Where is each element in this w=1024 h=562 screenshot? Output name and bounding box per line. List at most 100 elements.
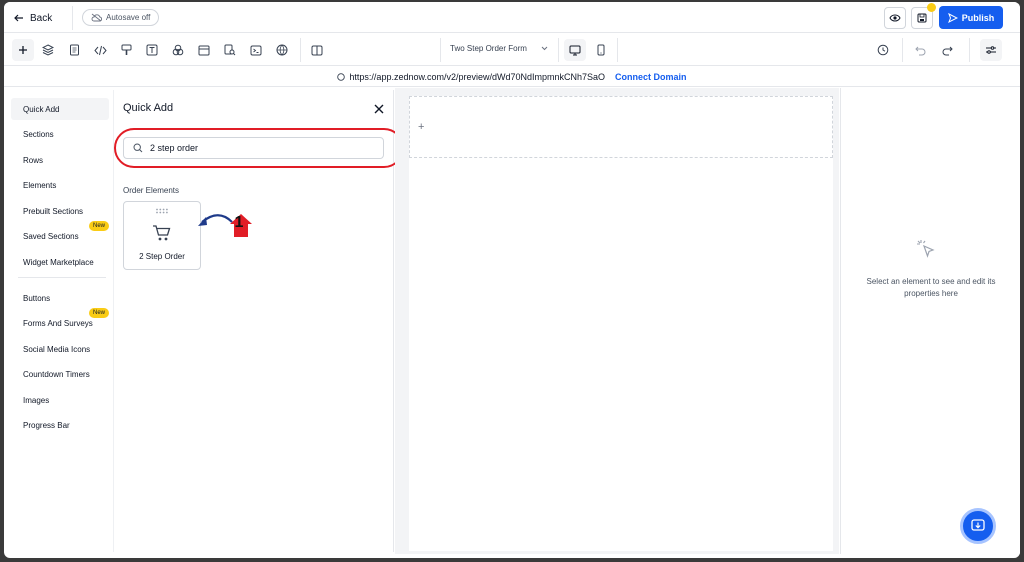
sidebar-item-saved-sections[interactable]: Saved Sections New <box>11 221 109 247</box>
divider <box>617 38 618 62</box>
back-button[interactable]: Back <box>14 9 52 27</box>
sidebar-item-label: Quick Add <box>23 104 60 114</box>
top-bar: Back Autosave off Publish <box>4 2 1020 33</box>
publish-button[interactable]: Publish <box>939 6 1003 29</box>
divider <box>440 38 441 62</box>
connect-domain-link[interactable]: Connect Domain <box>615 72 687 82</box>
send-icon <box>947 12 958 23</box>
search-input[interactable] <box>150 143 370 153</box>
window-icon <box>198 45 210 55</box>
section-label: Order Elements <box>123 186 180 195</box>
sidebar-item-label: Rows <box>23 155 44 165</box>
sidebar-item-quick-add[interactable]: Quick Add <box>11 98 109 120</box>
sidebar-item-progress-bar[interactable]: Progress Bar <box>11 414 109 436</box>
autosave-toggle[interactable]: Autosave off <box>82 9 160 26</box>
language-button[interactable] <box>273 41 291 59</box>
empty-state-hint: Select an element to see and edit its pr… <box>866 277 996 298</box>
cursor-click-icon <box>917 240 935 258</box>
sidebar-item-sections[interactable]: Sections <box>11 123 109 145</box>
cloud-off-icon <box>91 13 102 22</box>
close-icon[interactable] <box>372 102 386 116</box>
plus-icon <box>19 46 27 54</box>
seo-button[interactable] <box>221 41 239 59</box>
sidebar-item-prebuilt-sections[interactable]: Prebuilt Sections <box>11 200 109 222</box>
divider <box>902 38 903 62</box>
text-icon <box>146 44 158 56</box>
paint-icon <box>121 44 131 55</box>
sidebar-item-buttons[interactable]: Buttons <box>11 287 109 309</box>
pages-button[interactable] <box>65 41 83 59</box>
divider <box>72 6 73 30</box>
sidebar-item-label: Prebuilt Sections <box>23 206 84 216</box>
page-canvas[interactable] <box>409 96 833 551</box>
app-window: Back Autosave off Publish Two Step Order… <box>4 2 1020 558</box>
sidebar: Quick Add Sections Rows Elements Prebuil… <box>8 92 112 552</box>
layers-button[interactable] <box>39 41 57 59</box>
page-selector[interactable]: Two Step Order Form <box>450 44 548 53</box>
split-icon <box>311 45 323 55</box>
desktop-icon <box>569 45 581 55</box>
split-view-button[interactable] <box>308 41 326 59</box>
layers-icon <box>42 44 54 56</box>
sidebar-item-widget-marketplace[interactable]: Widget Marketplace <box>11 251 109 273</box>
unsaved-indicator <box>927 3 936 12</box>
redo-icon <box>942 46 953 55</box>
search-icon <box>133 143 143 153</box>
cart-icon <box>153 225 171 241</box>
settings-button[interactable] <box>980 39 1002 61</box>
new-badge: New <box>88 308 109 318</box>
sidebar-item-label: Saved Sections <box>23 231 79 241</box>
preview-button[interactable] <box>884 7 906 29</box>
scripts-button[interactable] <box>247 41 265 59</box>
arrow-left-icon <box>14 14 23 22</box>
sidebar-item-images[interactable]: Images <box>11 389 109 411</box>
code-button[interactable] <box>91 41 109 59</box>
desktop-view-button[interactable] <box>564 39 586 61</box>
quick-add-panel: Quick Add Order Elements 2 Step Order 1 <box>113 90 404 552</box>
sidebar-item-label: Progress Bar <box>23 420 70 430</box>
globe-icon <box>337 72 346 81</box>
undo-button[interactable] <box>912 41 930 59</box>
page-selector-label: Two Step Order Form <box>450 44 527 53</box>
help-button[interactable] <box>960 508 996 544</box>
sidebar-item-rows[interactable]: Rows <box>11 149 109 171</box>
empty-section[interactable] <box>409 96 833 158</box>
add-section-icon[interactable]: + <box>418 121 424 133</box>
sidebar-item-label: Social Media Icons <box>23 344 91 354</box>
properties-panel: Select an element to see and edit its pr… <box>840 88 1020 554</box>
drag-handle-icon[interactable] <box>155 208 169 214</box>
sidebar-item-social-media-icons[interactable]: Social Media Icons <box>11 338 109 360</box>
sidebar-item-forms-and-surveys[interactable]: Forms And Surveys New <box>11 308 109 334</box>
divider <box>558 38 559 62</box>
history-button[interactable] <box>874 41 892 59</box>
shapes-button[interactable] <box>169 41 187 59</box>
terminal-icon <box>250 45 262 55</box>
sidebar-item-label: Sections <box>23 129 54 139</box>
text-button[interactable] <box>143 41 161 59</box>
redo-button[interactable] <box>938 41 956 59</box>
sliders-icon <box>986 46 996 54</box>
sidebar-item-countdown-timers[interactable]: Countdown Timers <box>11 363 109 385</box>
card-label: 2 Step Order <box>139 252 185 261</box>
divider <box>300 38 301 62</box>
styles-button[interactable] <box>117 41 135 59</box>
preview-url[interactable]: https://app.zednow.com/v2/preview/dWd70N… <box>349 72 605 82</box>
sidebar-item-label: Elements <box>23 180 57 190</box>
search-field[interactable] <box>123 137 384 159</box>
add-element-button[interactable] <box>12 39 34 61</box>
sidebar-item-elements[interactable]: Elements <box>11 174 109 196</box>
undo-icon <box>915 46 926 55</box>
sidebar-item-label: Countdown Timers <box>23 369 90 379</box>
history-icon <box>877 44 889 56</box>
divider <box>969 38 970 62</box>
mobile-icon <box>597 44 605 56</box>
back-label: Back <box>30 12 53 24</box>
two-step-order-card[interactable]: 2 Step Order <box>123 201 201 270</box>
globe-icon <box>276 44 288 56</box>
save-button[interactable] <box>911 3 936 29</box>
popup-button[interactable] <box>195 41 213 59</box>
sidebar-item-label: Images <box>23 395 50 405</box>
autosave-label: Autosave off <box>106 13 151 22</box>
toolbar: Two Step Order Form <box>4 34 1020 66</box>
mobile-view-button[interactable] <box>590 39 612 61</box>
